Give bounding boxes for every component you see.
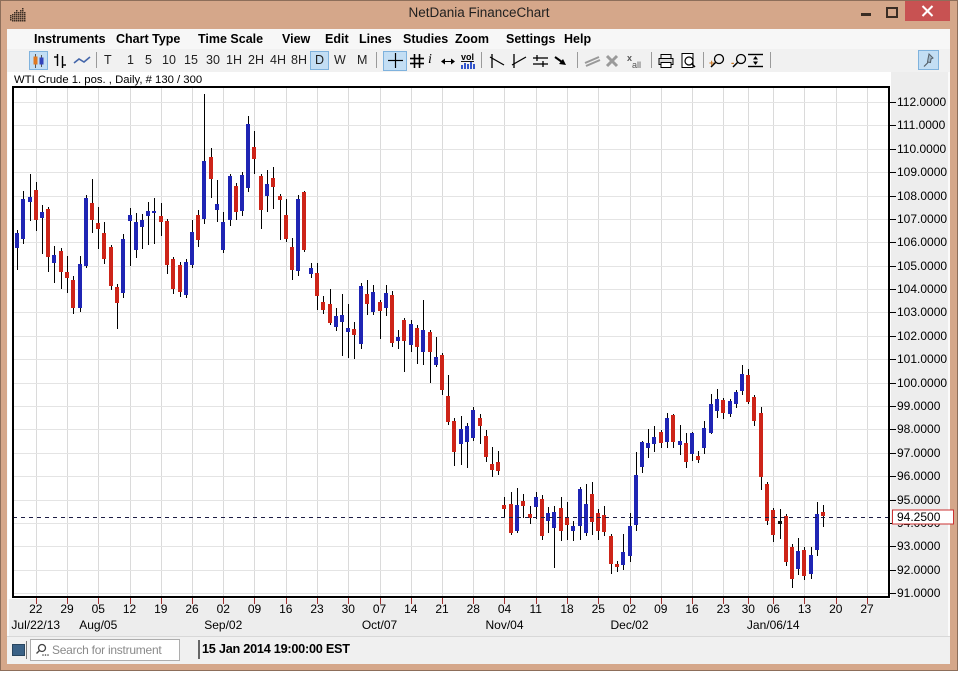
svg-text:103.0000: 103.0000 [897,305,947,319]
svg-text:Aug/05: Aug/05 [79,618,117,632]
svg-text:100.0000: 100.0000 [897,376,947,390]
svg-text:102.0000: 102.0000 [897,329,947,343]
svg-text:26: 26 [185,602,199,616]
svg-text:107.0000: 107.0000 [897,212,947,226]
svg-text:13: 13 [798,602,812,616]
svg-text:92.0000: 92.0000 [897,563,941,577]
svg-text:Sep/02: Sep/02 [204,618,242,632]
svg-text:112.0000: 112.0000 [897,95,946,109]
svg-text:Jan/06/14: Jan/06/14 [747,618,800,632]
svg-text:29: 29 [60,602,74,616]
svg-text:91.0000: 91.0000 [897,586,941,600]
svg-text:23: 23 [310,602,324,616]
svg-text:108.0000: 108.0000 [897,189,947,203]
svg-text:Nov/04: Nov/04 [485,618,523,632]
svg-text:19: 19 [154,602,168,616]
svg-text:110.0000: 110.0000 [897,142,946,156]
svg-text:12: 12 [123,602,137,616]
svg-text:04: 04 [498,602,512,616]
svg-text:27: 27 [860,602,874,616]
svg-text:02: 02 [623,602,637,616]
svg-text:93.0000: 93.0000 [897,539,941,553]
svg-text:11: 11 [530,602,543,616]
svg-text:95.0000: 95.0000 [897,493,941,507]
svg-text:99.0000: 99.0000 [897,399,941,413]
svg-text:106.0000: 106.0000 [897,235,947,249]
svg-text:111.0000: 111.0000 [897,118,946,132]
svg-text:30: 30 [742,602,756,616]
svg-text:101.0000: 101.0000 [897,352,947,366]
svg-text:05: 05 [92,602,106,616]
svg-text:94.2500: 94.2500 [897,510,941,524]
svg-text:14: 14 [404,602,418,616]
svg-text:18: 18 [560,602,574,616]
svg-text:Jul/22/13: Jul/22/13 [11,618,60,632]
svg-text:21: 21 [435,602,449,616]
svg-text:07: 07 [373,602,387,616]
svg-text:16: 16 [279,602,293,616]
svg-text:25: 25 [592,602,606,616]
svg-text:23: 23 [717,602,731,616]
svg-text:109.0000: 109.0000 [897,165,947,179]
svg-text:96.0000: 96.0000 [897,469,941,483]
svg-text:20: 20 [829,602,843,616]
svg-text:28: 28 [467,602,481,616]
svg-text:Oct/07: Oct/07 [362,618,398,632]
svg-text:97.0000: 97.0000 [897,446,941,460]
svg-text:09: 09 [654,602,668,616]
svg-text:WTI Crude 1. pos. , Daily, # 1: WTI Crude 1. pos. , Daily, # 130 / 300 [14,74,202,86]
svg-text:16: 16 [685,602,699,616]
svg-text:30: 30 [342,602,356,616]
svg-text:104.0000: 104.0000 [897,282,947,296]
svg-text:Dec/02: Dec/02 [610,618,648,632]
svg-text:22: 22 [29,602,43,616]
svg-text:09: 09 [248,602,262,616]
svg-text:98.0000: 98.0000 [897,422,941,436]
svg-text:105.0000: 105.0000 [897,259,947,273]
svg-text:06: 06 [767,602,781,616]
svg-text:02: 02 [217,602,231,616]
